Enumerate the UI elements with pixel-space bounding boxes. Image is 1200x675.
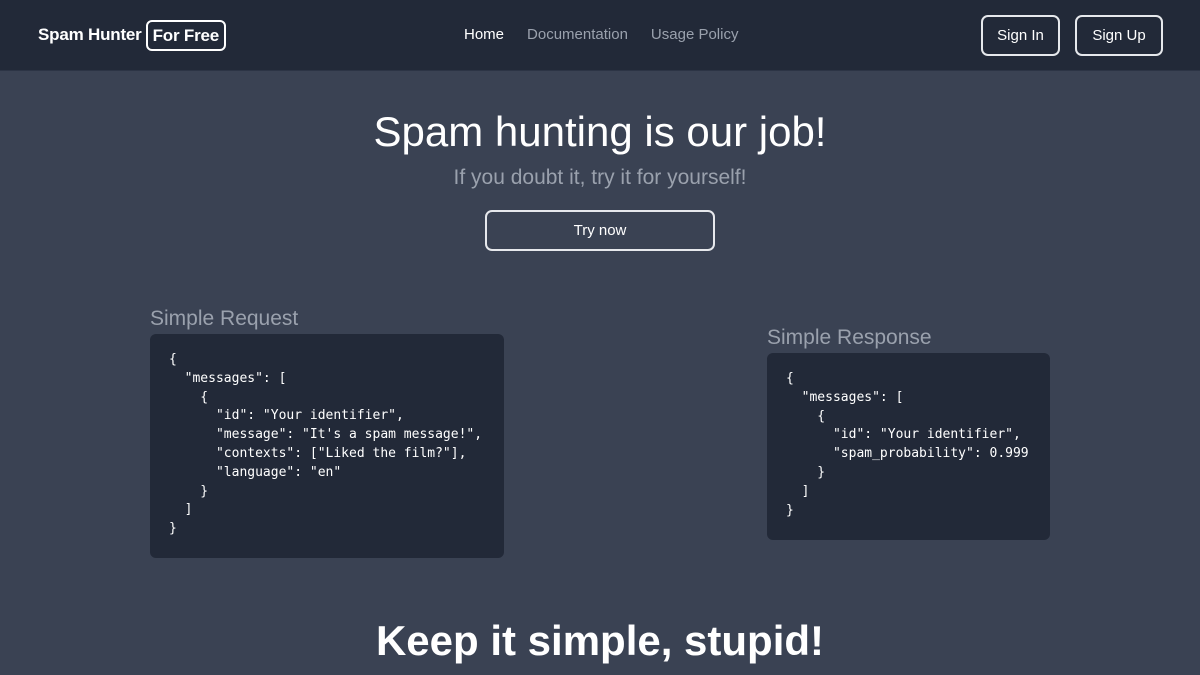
code-line: } xyxy=(169,483,209,499)
main-nav: Home Documentation Usage Policy xyxy=(464,26,738,43)
code-line: "spam_probability": 0.999 xyxy=(786,446,1029,462)
nav-link-home[interactable]: Home xyxy=(464,26,504,43)
hero-title: Spam hunting is our job! xyxy=(373,108,827,155)
nav-link-documentation[interactable]: Documentation xyxy=(527,26,628,43)
navbar: Spam Hunter For Free Home Documentation … xyxy=(0,0,1200,71)
code-line: ] xyxy=(786,483,810,499)
try-now-button[interactable]: Try now xyxy=(485,210,715,251)
code-line: "messages": [ xyxy=(786,389,904,405)
code-line: "messages": [ xyxy=(169,370,287,386)
response-label: Simple Response xyxy=(767,326,932,349)
code-line: "language": "en" xyxy=(169,464,342,480)
brand-badge: For Free xyxy=(145,19,227,51)
response-code-block: { "messages": [ { "id": "Your identifier… xyxy=(767,353,1050,540)
nav-link-usage-policy[interactable]: Usage Policy xyxy=(651,26,739,43)
code-line: } xyxy=(169,521,177,537)
code-line: { xyxy=(786,371,794,386)
code-line: "id": "Your identifier", xyxy=(169,408,404,424)
sign-up-button[interactable]: Sign Up xyxy=(1075,15,1163,56)
section-title: Keep it simple, stupid! xyxy=(375,617,825,664)
code-line: "contexts": ["Liked the film?"], xyxy=(169,445,467,461)
request-label: Simple Request xyxy=(150,307,299,330)
code-line: { xyxy=(169,389,209,405)
code-line: ] xyxy=(169,502,193,518)
code-line: "message": "It's a spam message!", xyxy=(169,427,483,443)
brand-name: Spam Hunter xyxy=(38,25,142,44)
request-code-block: { "messages": [ { "id": "Your identifier… xyxy=(150,334,504,558)
code-line: { xyxy=(786,408,826,424)
code-line: "id": "Your identifier", xyxy=(786,427,1021,443)
code-line: } xyxy=(786,502,794,518)
sign-in-button[interactable]: Sign In xyxy=(981,15,1060,56)
hero-subtitle: If you doubt it, try it for yourself! xyxy=(453,166,747,189)
brand-logo[interactable]: Spam Hunter For Free xyxy=(38,19,227,51)
code-line: } xyxy=(786,464,826,480)
code-line: { xyxy=(169,352,177,367)
